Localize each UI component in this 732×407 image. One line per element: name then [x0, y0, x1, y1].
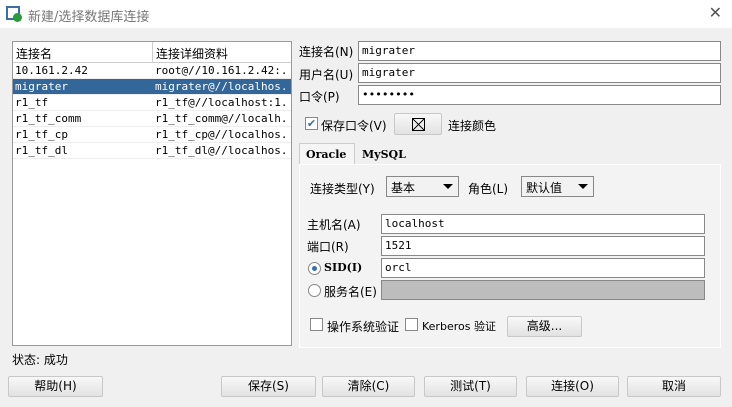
app-icon: [6, 6, 22, 22]
conn-type-value: 基本: [391, 181, 416, 195]
sid-label: SID(I): [324, 261, 363, 274]
username-label: 用户名(U): [299, 68, 354, 82]
conn-name-label: 连接名(N): [299, 45, 354, 59]
password-label: 口令(P): [299, 90, 340, 104]
table-row[interactable]: r1_tf_dl r1_tf_dl@//localhos...: [13, 143, 291, 159]
service-name-input: [381, 280, 705, 300]
username-input[interactable]: migrater: [358, 63, 721, 83]
sid-radio[interactable]: [308, 262, 321, 275]
row-detail: r1_tf_dl@//localhos...: [155, 144, 289, 157]
host-input[interactable]: localhost: [381, 214, 705, 234]
column-header-detail[interactable]: 连接详细资料: [153, 42, 291, 63]
os-auth-label: 操作系统验证: [327, 320, 400, 334]
color-picker-icon: [411, 118, 425, 131]
conn-type-select[interactable]: 基本: [386, 176, 459, 197]
row-name: migrater: [15, 80, 68, 93]
host-label: 主机名(A): [307, 218, 361, 232]
row-name: r1_tf_comm: [15, 112, 82, 125]
row-detail: r1_tf@//localhost:1...: [155, 96, 289, 109]
save-button[interactable]: 保存(S): [221, 376, 316, 397]
connect-button[interactable]: 连接(O): [526, 376, 619, 397]
os-auth-checkbox[interactable]: [310, 318, 323, 331]
window-title: 新建/选择数据库连接: [28, 10, 150, 25]
service-name-radio[interactable]: [308, 284, 321, 297]
advanced-button[interactable]: 高级...: [507, 316, 582, 337]
connection-list[interactable]: 连接名 连接详细资料 10.161.2.42 root@//10.161.2.42…: [12, 41, 292, 346]
port-label: 端口(R): [307, 240, 349, 254]
clear-button[interactable]: 清除(C): [322, 376, 415, 397]
chevron-down-icon: [443, 184, 453, 189]
role-select[interactable]: 默认值: [521, 176, 594, 197]
row-detail: migrater@//localhos...: [155, 80, 289, 93]
row-name: r1_tf_cp: [15, 128, 68, 141]
title-bar: 新建/选择数据库连接 ✕: [0, 0, 732, 28]
kerberos-checkbox[interactable]: [405, 318, 418, 331]
role-value: 默认值: [526, 181, 563, 195]
row-name: r1_tf: [15, 96, 49, 109]
port-input[interactable]: 1521: [381, 236, 705, 256]
conn-name-input[interactable]: migrater: [358, 41, 721, 61]
table-row[interactable]: r1_tf r1_tf@//localhost:1...: [13, 95, 291, 111]
table-row[interactable]: 10.161.2.42 root@//10.161.2.42:...: [13, 63, 291, 79]
table-row[interactable]: r1_tf_comm r1_tf_comm@//localh...: [13, 111, 291, 127]
help-button[interactable]: 帮助(H): [8, 376, 103, 397]
table-row[interactable]: migrater migrater@//localhos...: [13, 79, 291, 95]
test-button[interactable]: 测试(T): [424, 376, 517, 397]
column-header-name[interactable]: 连接名: [13, 42, 153, 63]
row-name: 10.161.2.42: [15, 64, 88, 77]
service-name-label: 服务名(E): [324, 285, 377, 299]
chevron-down-icon: [578, 184, 588, 189]
tab-oracle[interactable]: Oracle: [299, 143, 355, 165]
close-icon[interactable]: ✕: [709, 3, 722, 22]
status-text: 状态: 成功: [12, 353, 68, 367]
row-name: r1_tf_dl: [15, 144, 68, 157]
connection-color-label: 连接颜色: [448, 119, 497, 133]
save-password-checkbox[interactable]: ✔: [305, 117, 318, 130]
save-password-label: 保存口令(V): [321, 119, 387, 133]
role-label: 角色(L): [468, 182, 509, 196]
row-detail: r1_tf_cp@//localhos...: [155, 128, 289, 141]
cancel-button[interactable]: 取消: [627, 376, 721, 397]
kerberos-label: Kerberos 验证: [422, 320, 496, 333]
table-row[interactable]: r1_tf_cp r1_tf_cp@//localhos...: [13, 127, 291, 143]
sid-input[interactable]: orcl: [381, 258, 705, 278]
row-detail: r1_tf_comm@//localh...: [155, 112, 289, 125]
tab-mysql[interactable]: MySQL: [362, 148, 406, 161]
conn-type-label: 连接类型(Y): [310, 182, 375, 196]
row-detail: root@//10.161.2.42:...: [155, 64, 289, 77]
password-input[interactable]: ••••••••: [358, 85, 721, 105]
connection-color-button[interactable]: [394, 113, 442, 135]
